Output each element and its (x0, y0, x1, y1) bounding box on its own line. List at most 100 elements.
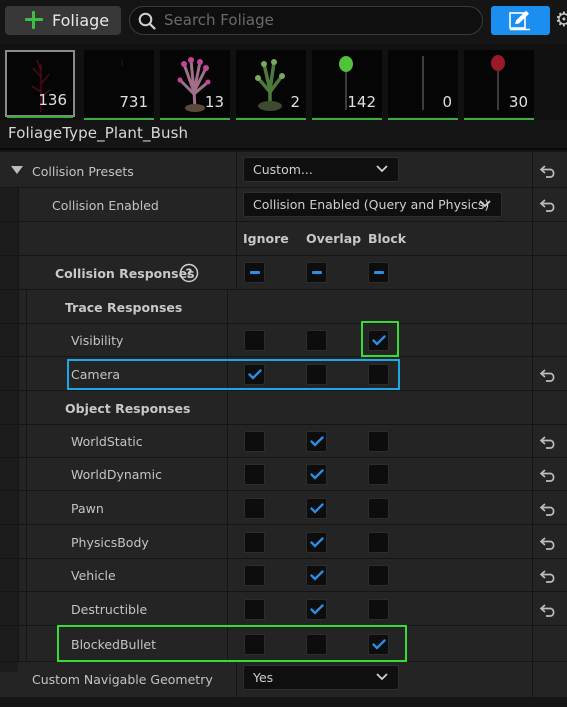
ignore-checkbox[interactable] (244, 599, 265, 620)
active-indicator (7, 116, 73, 118)
overlap-all-checkbox[interactable] (306, 262, 327, 283)
active-indicator (160, 118, 230, 120)
ignore-checkbox[interactable] (244, 565, 265, 586)
highlight-visibility-block (361, 321, 399, 357)
reset-to-default-icon[interactable] (540, 536, 556, 550)
foliage-thumbnail[interactable]: 30 (464, 50, 534, 120)
plus-icon (24, 10, 44, 30)
collision-enabled-row: Collision Enabled Collision Enabled (Que… (0, 188, 567, 222)
highlight-blockedbullet-row (57, 625, 407, 662)
foliage-thumbnail[interactable]: 2 (236, 50, 306, 120)
foliage-type-palette: 136 731 13 2 142 0 30 (0, 44, 567, 120)
collision-responses-row: Collision Responses ? (0, 256, 567, 290)
checkmark-icon (310, 604, 324, 615)
collision-presets-row: Collision Presets Custom... (0, 152, 567, 188)
collision-enabled-dropdown[interactable]: Collision Enabled (Query and Physics) (243, 192, 502, 217)
ignore-column-header: Ignore (243, 231, 289, 246)
collapse-arrow-icon[interactable] (11, 166, 23, 175)
add-foliage-label: Foliage (52, 11, 110, 30)
foliage-type-name: FoliageType_Plant_Bush (8, 124, 189, 142)
active-indicator (464, 118, 534, 120)
settings-gear-icon[interactable]: ⚙ (555, 9, 567, 31)
checkmark-icon (310, 469, 324, 480)
chevron-down-icon (376, 673, 388, 681)
collision-response-row-vehicle: Vehicle (0, 559, 567, 592)
reset-to-default-icon[interactable] (540, 603, 556, 617)
response-channel-label: WorldDynamic (71, 467, 162, 482)
foliage-thumbnail[interactable]: 731 (84, 50, 154, 120)
collision-enabled-label: Collision Enabled (52, 198, 159, 213)
collision-presets-dropdown[interactable]: Custom... (243, 157, 399, 182)
ignore-checkbox[interactable] (244, 464, 265, 485)
custom-navigable-geometry-label: Custom Navigable Geometry (32, 672, 213, 687)
collision-properties: Collision Presets Custom... Collision En… (0, 152, 567, 707)
overlap-checkbox[interactable] (306, 431, 327, 452)
block-column-header: Block (368, 231, 407, 246)
reset-to-default-icon[interactable] (540, 502, 556, 516)
thumbnail-count: 142 (347, 93, 376, 111)
overlap-checkbox[interactable] (306, 498, 327, 519)
collision-responses-label: Collision Responses (55, 266, 195, 281)
thumbnail-count: 30 (508, 93, 528, 111)
collision-response-row-worlddynamic: WorldDynamic (0, 458, 567, 491)
response-channel-label: WorldStatic (71, 434, 143, 449)
reset-to-default-icon[interactable] (540, 164, 556, 178)
collision-presets-label: Collision Presets (32, 164, 134, 179)
foliage-thumbnail[interactable]: 13 (160, 50, 230, 120)
reset-to-default-icon[interactable] (540, 198, 556, 212)
ignore-checkbox[interactable] (244, 431, 265, 452)
reset-to-default-icon[interactable] (540, 368, 556, 382)
ignore-checkbox[interactable] (244, 330, 265, 351)
block-checkbox[interactable] (368, 599, 389, 620)
foliage-thumbnail[interactable]: 0 (388, 50, 458, 120)
response-channel-label: Pawn (71, 501, 104, 516)
foliage-thumbnail[interactable]: 142 (312, 50, 382, 120)
response-channel-label: Destructible (71, 602, 148, 617)
thumbnail-count: 2 (290, 93, 300, 111)
overlap-checkbox[interactable] (306, 464, 327, 485)
block-checkbox[interactable] (368, 498, 389, 519)
overlap-checkbox[interactable] (306, 599, 327, 620)
block-checkbox[interactable] (368, 532, 389, 553)
trace-responses-label: Trace Responses (65, 300, 183, 315)
foliage-thumbnail[interactable]: 136 (5, 50, 75, 118)
block-all-checkbox[interactable] (368, 262, 389, 283)
response-channel-label: Visibility (71, 333, 124, 348)
thumbnail-count: 731 (119, 93, 148, 111)
response-channel-label: Vehicle (71, 568, 116, 583)
search-input[interactable] (164, 10, 464, 30)
custom-navigable-geometry-dropdown[interactable]: Yes (243, 665, 399, 690)
help-icon[interactable]: ? (179, 263, 199, 283)
overlap-checkbox[interactable] (306, 330, 327, 351)
ignore-checkbox[interactable] (244, 498, 265, 519)
collision-response-row-destructible: Destructible (0, 592, 567, 626)
block-checkbox[interactable] (368, 565, 389, 586)
ignore-checkbox[interactable] (244, 532, 265, 553)
reset-to-default-icon[interactable] (540, 435, 556, 449)
search-box[interactable] (129, 6, 483, 35)
object-responses-header: Object Responses (0, 391, 567, 425)
edit-mode-button[interactable] (491, 6, 550, 35)
collision-response-row-physicsbody: PhysicsBody (0, 525, 567, 559)
active-indicator (312, 118, 382, 120)
block-checkbox[interactable] (368, 464, 389, 485)
active-indicator (84, 118, 154, 120)
collision-response-row-pawn: Pawn (0, 491, 567, 525)
thumbnail-count: 136 (38, 91, 67, 109)
panel-bottom (0, 697, 567, 707)
add-foliage-button[interactable]: Foliage (5, 6, 121, 35)
checkmark-icon (310, 503, 324, 514)
overlap-checkbox[interactable] (306, 532, 327, 553)
ignore-all-checkbox[interactable] (244, 262, 265, 283)
overlap-checkbox[interactable] (306, 565, 327, 586)
response-column-headers: Ignore Overlap Block (0, 222, 567, 256)
search-icon (138, 12, 156, 30)
chevron-down-icon (376, 165, 388, 173)
block-checkbox[interactable] (368, 431, 389, 452)
reset-to-default-icon[interactable] (540, 569, 556, 583)
reset-to-default-icon[interactable] (540, 468, 556, 482)
response-channel-label: PhysicsBody (71, 535, 149, 550)
highlight-camera-row (67, 359, 400, 390)
chevron-down-icon (479, 200, 491, 208)
object-responses-label: Object Responses (65, 401, 191, 416)
